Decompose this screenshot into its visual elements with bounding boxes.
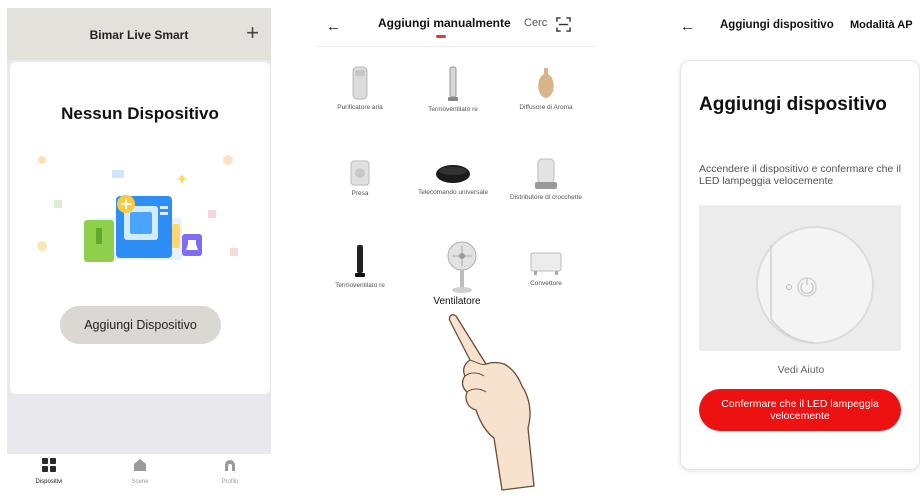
empty-state-card: Nessun Dispositivo Aggiungi Dispositivo [10,62,270,394]
device-purificatore-aria[interactable]: Purificatore aria [320,66,400,112]
power-led-icon [756,226,874,344]
profile-icon [225,460,235,471]
tower-heater-icon [448,66,458,101]
plus-icon[interactable]: + [246,22,259,44]
convector-icon [530,252,562,275]
tab-add-manually[interactable]: Aggiungi manualmente [378,16,511,30]
active-tab-indicator [436,35,446,38]
devices-illustration-icon [37,155,238,262]
device-termoventilatore[interactable]: Termoventilato re [413,66,493,114]
device-label: Purificatore aria [337,104,383,111]
tab-label: Dispositivi [35,479,63,485]
tab-scene[interactable]: Scene [110,458,170,485]
confirm-led-button[interactable]: Confermare che il LED lampeggia veloceme… [699,389,901,431]
ap-mode-link[interactable]: Modalità AP [850,19,913,31]
tab-search[interactable]: Cerc [524,17,547,29]
add-device-button[interactable]: Aggiungi Dispositivo [60,306,221,344]
device-ventilatore[interactable] [422,240,502,294]
instruction-card: Aggiungi dispositivo Accendere il dispos… [680,60,920,470]
aroma-diffuser-icon [538,68,554,98]
fan-icon [447,241,477,293]
tab-profilo[interactable]: Profilo [200,458,260,485]
device-label: Telecomando universale [417,189,489,196]
home-icon [134,459,146,471]
back-arrow-icon[interactable]: ← [326,18,341,35]
add-manually-screen: ← Aggiungi manualmente Cerc Purificatore… [316,8,596,494]
scan-icon[interactable] [556,17,571,32]
app-header: Bimar Live Smart + [7,8,271,60]
header-divider [316,46,596,47]
device-label: Presa [351,190,369,197]
device-label: Termoventilato re [428,106,478,113]
home-screen: Bimar Live Smart + Nessun Dispositivo Ag… [7,8,271,494]
pointing-hand-icon [448,314,535,491]
tab-label: Scene [131,479,149,485]
home-title: Bimar Live Smart [89,28,189,42]
air-purifier-icon [352,66,368,100]
device-diffusore-aroma[interactable]: Diffusore di Aroma [506,66,586,112]
ventilatore-label: Ventilatore [433,296,481,307]
page-title: Aggiungi dispositivo [720,19,834,31]
back-arrow-icon[interactable]: ← [680,18,695,35]
smart-plug-icon [350,160,370,186]
screenshot-root: Bimar Live Smart + Nessun Dispositivo Ag… [0,0,920,497]
device-telecomando-universale[interactable]: Telecomando universale [413,163,493,197]
device-label: Convettore [530,280,562,287]
add-device-screen: ← Aggiungi dispositivo Modalità AP Aggiu… [670,8,920,494]
device-termoventilatore-2[interactable]: Termoventilato re [320,244,400,290]
device-distributore-crocchette[interactable]: Distributore di crocchette [506,158,586,202]
tower-fan-icon [355,245,365,277]
device-label: Distributore di crocchette [510,194,582,201]
grid-icon [42,458,56,472]
ir-remote-icon [436,165,470,183]
card-description: Accendere il dispositivo e confermare ch… [699,163,901,187]
bottom-tab-bar: Dispositivi Scene Profilo [7,454,271,494]
pet-feeder-icon [535,158,557,189]
device-presa[interactable]: Presa [320,160,400,198]
card-heading: Aggiungi dispositivo [699,94,887,115]
device-label: Termoventilato re [335,282,385,289]
tab-dispositivi[interactable]: Dispositivi [19,458,79,485]
led-illustration [699,205,901,351]
help-link[interactable]: Vedi Aiuto [681,364,920,376]
empty-state-title: Nessun Dispositivo [61,104,219,123]
device-label: Diffusore di Aroma [519,104,573,111]
tab-label: Profilo [221,479,239,485]
device-convettore[interactable]: Convettore [506,252,586,288]
